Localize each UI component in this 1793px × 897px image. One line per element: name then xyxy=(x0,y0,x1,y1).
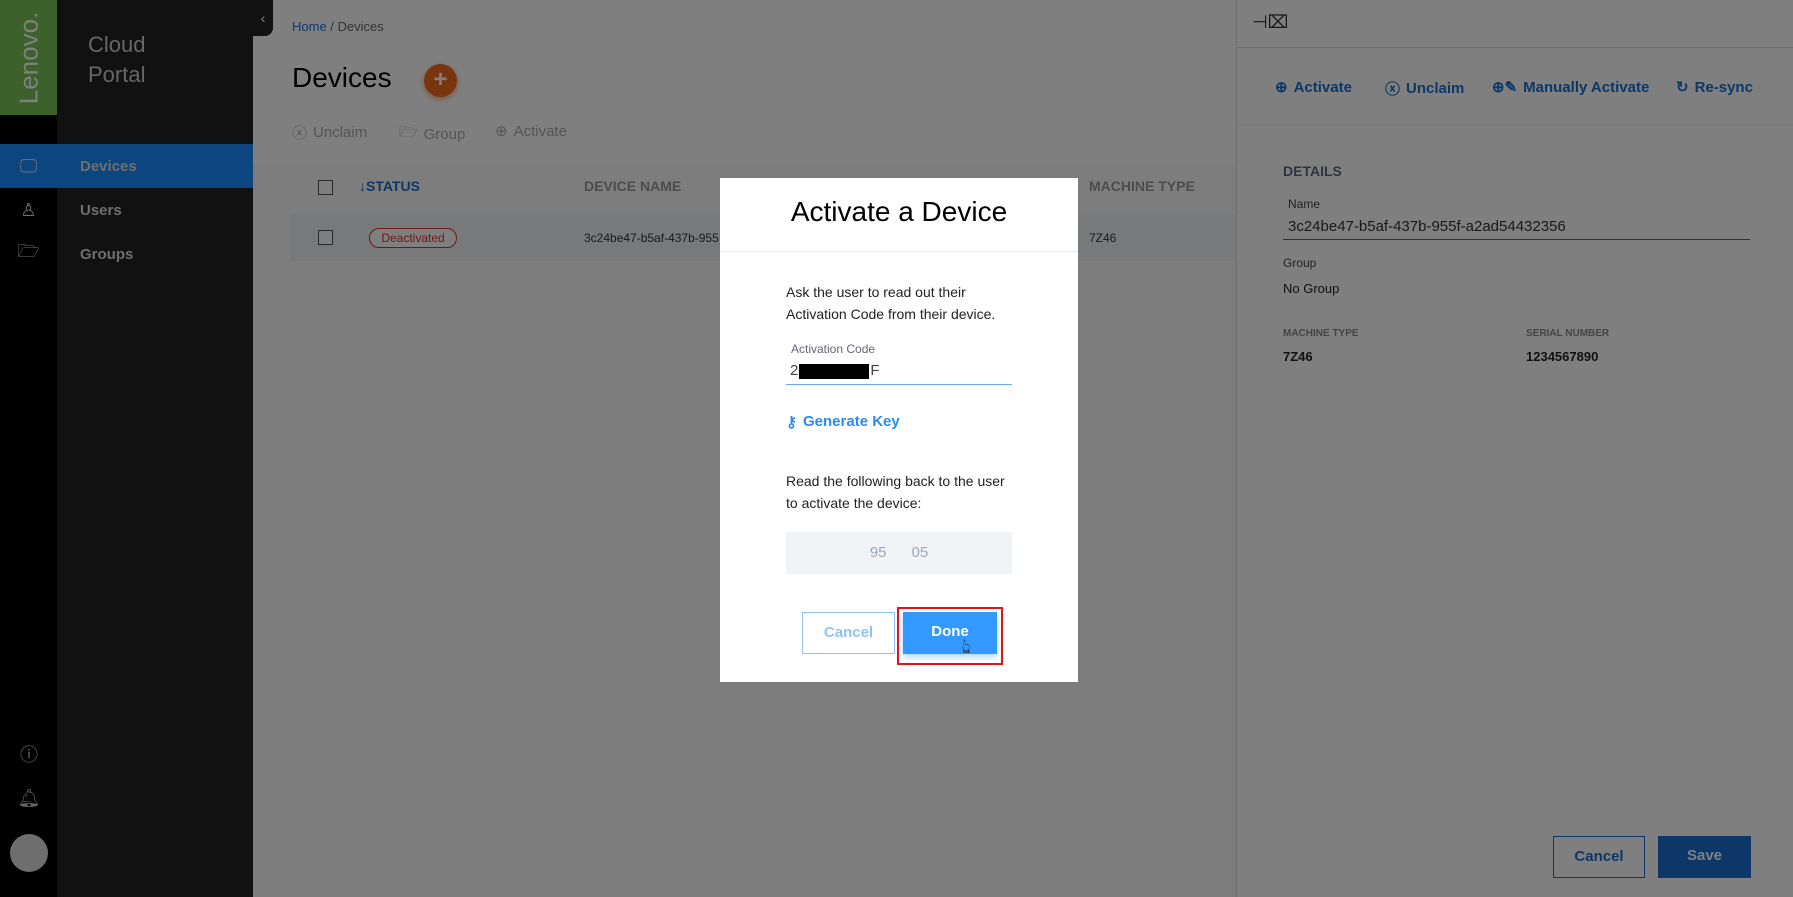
generate-key-link[interactable]: ⚷ Generate Key xyxy=(786,413,900,431)
activation-code-label: Activation Code xyxy=(791,342,876,356)
readback-text: Read the following back to the user to ac… xyxy=(786,473,1005,511)
hand-cursor-icon: 👆︎ xyxy=(962,636,971,658)
divider xyxy=(720,251,1078,252)
generated-key-display: 95 05 xyxy=(786,532,1012,574)
done-button[interactable]: Done xyxy=(903,612,997,654)
key-icon: ⚷ xyxy=(786,414,797,431)
dialog-title: Activate a Device xyxy=(790,196,1008,227)
activation-code-input[interactable]: 2F xyxy=(786,362,1012,385)
redaction xyxy=(799,364,870,379)
instruction-text: Ask the user to read out their Activation… xyxy=(786,284,996,322)
dialog-cancel-button[interactable]: Cancel xyxy=(802,612,895,654)
